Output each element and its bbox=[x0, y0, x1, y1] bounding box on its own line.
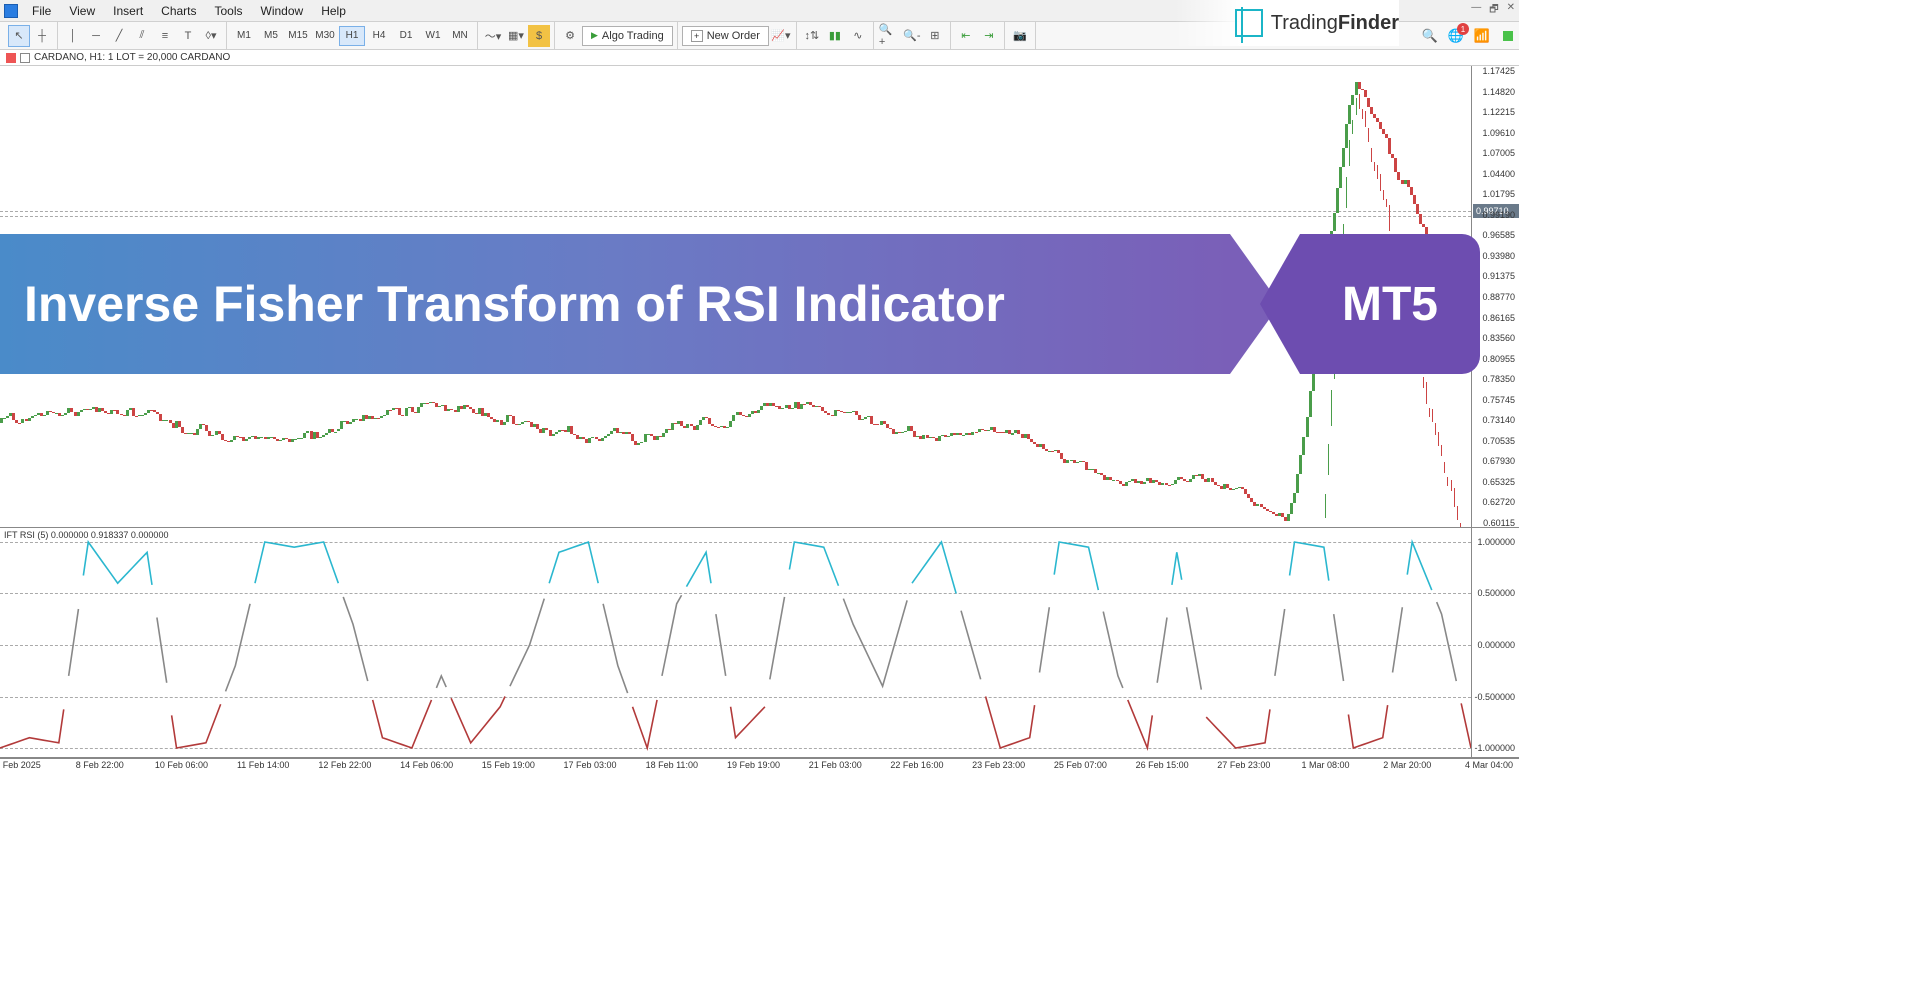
bars-icon[interactable]: ▮▮ bbox=[824, 25, 846, 47]
chart-chip2-icon bbox=[20, 53, 30, 63]
signal-icon[interactable]: 📶 bbox=[1473, 27, 1491, 45]
brand-logo: TradingFinder bbox=[1175, 0, 1399, 46]
menu-window[interactable]: Window bbox=[253, 2, 312, 20]
menu-tools[interactable]: Tools bbox=[207, 2, 251, 20]
banner-tag: MT5 bbox=[1300, 234, 1480, 374]
time-axis: 7 Feb 20258 Feb 22:0010 Feb 06:0011 Feb … bbox=[0, 758, 1519, 774]
zoom-in-icon[interactable]: 🔍+ bbox=[878, 25, 900, 47]
new-order-label: New Order bbox=[707, 30, 760, 42]
brand-text: TradingFinder bbox=[1271, 12, 1399, 35]
crosshair-tool-icon[interactable]: ┼ bbox=[31, 25, 53, 47]
window-controls: — 🗗 ✕ bbox=[1471, 2, 1515, 19]
banner-title: Inverse Fisher Transform of RSI Indicato… bbox=[0, 234, 1230, 374]
menu-charts[interactable]: Charts bbox=[153, 2, 204, 20]
text-icon[interactable]: T bbox=[177, 25, 199, 47]
tf-w1[interactable]: W1 bbox=[420, 26, 446, 46]
app-icon bbox=[4, 4, 18, 18]
chart-symbol-label: CARDANO, H1: 1 LOT = 20,000 CARDANO bbox=[34, 52, 230, 63]
algo-label: Algo Trading bbox=[602, 30, 664, 42]
menu-file[interactable]: File bbox=[24, 2, 59, 20]
menu-view[interactable]: View bbox=[61, 2, 103, 20]
tf-m30[interactable]: M30 bbox=[312, 26, 338, 46]
menu-insert[interactable]: Insert bbox=[105, 2, 151, 20]
tf-h4[interactable]: H4 bbox=[366, 26, 392, 46]
tf-m1[interactable]: M1 bbox=[231, 26, 257, 46]
pulse-icon[interactable]: ∿ bbox=[847, 25, 869, 47]
screenshot-icon[interactable]: 📷 bbox=[1009, 25, 1031, 47]
indicator-pane[interactable]: IFT RSI (5) 0.000000 0.918337 0.000000 1… bbox=[0, 528, 1519, 758]
menu-help[interactable]: Help bbox=[313, 2, 354, 20]
tf-m15[interactable]: M15 bbox=[285, 26, 311, 46]
new-order-button[interactable]: +New Order bbox=[682, 26, 769, 46]
candle-chart-icon[interactable]: ▦▾ bbox=[505, 25, 527, 47]
tf-mn[interactable]: MN bbox=[447, 26, 473, 46]
chart-chip-icon bbox=[6, 53, 16, 63]
algo-trading-button[interactable]: ▶Algo Trading bbox=[582, 26, 673, 46]
tf-d1[interactable]: D1 bbox=[393, 26, 419, 46]
fibonacci-icon[interactable]: ≡ bbox=[154, 25, 176, 47]
depth-icon[interactable]: ↕⇅ bbox=[801, 25, 823, 47]
dollar-icon[interactable]: $ bbox=[528, 25, 550, 47]
shift-icon[interactable]: ⇤ bbox=[955, 25, 977, 47]
timeframe-group: M1 M5 M15 M30 H1 H4 D1 W1 MN bbox=[227, 22, 478, 49]
trendline-icon[interactable]: ╱ bbox=[108, 25, 130, 47]
chart-header: CARDANO, H1: 1 LOT = 20,000 CARDANO bbox=[0, 50, 1519, 66]
horizontal-line-icon[interactable]: ─ bbox=[85, 25, 107, 47]
tf-m5[interactable]: M5 bbox=[258, 26, 284, 46]
maximize-icon[interactable]: 🗗 bbox=[1489, 2, 1498, 19]
vertical-line-icon[interactable]: │ bbox=[62, 25, 84, 47]
grid-icon[interactable]: ⊞ bbox=[924, 25, 946, 47]
line-chart-icon[interactable]: 〜▾ bbox=[482, 25, 504, 47]
notifications-icon[interactable]: 🌐1 bbox=[1447, 27, 1465, 45]
zoom-out-icon[interactable]: 🔍- bbox=[901, 25, 923, 47]
chart-dropdown-icon[interactable]: 📈▾ bbox=[770, 25, 792, 47]
minimize-icon[interactable]: — bbox=[1471, 2, 1481, 19]
indicator-axis: 1.0000000.5000000.000000-0.500000-1.0000… bbox=[1471, 528, 1519, 757]
search-icon[interactable]: 🔍 bbox=[1421, 27, 1439, 45]
brand-mark-icon bbox=[1235, 9, 1263, 37]
close-icon[interactable]: ✕ bbox=[1507, 2, 1515, 19]
price-chart[interactable]: Inverse Fisher Transform of RSI Indicato… bbox=[0, 66, 1519, 528]
equidistant-icon[interactable]: ⫽ bbox=[131, 25, 153, 47]
right-icon-group: 🔍 🌐1 📶 bbox=[1421, 24, 1513, 48]
objects-icon[interactable]: ◊▾ bbox=[200, 25, 222, 47]
autoscroll-icon[interactable]: ⇥ bbox=[978, 25, 1000, 47]
strategy-icon[interactable]: ⚙ bbox=[559, 25, 581, 47]
overlay-banner: Inverse Fisher Transform of RSI Indicato… bbox=[0, 234, 1480, 374]
connection-status-icon bbox=[1503, 31, 1513, 41]
cursor-tool-icon[interactable]: ↖ bbox=[8, 25, 30, 47]
tf-h1[interactable]: H1 bbox=[339, 26, 365, 46]
notif-badge: 1 bbox=[1457, 23, 1469, 35]
ift-plot bbox=[0, 528, 1471, 758]
